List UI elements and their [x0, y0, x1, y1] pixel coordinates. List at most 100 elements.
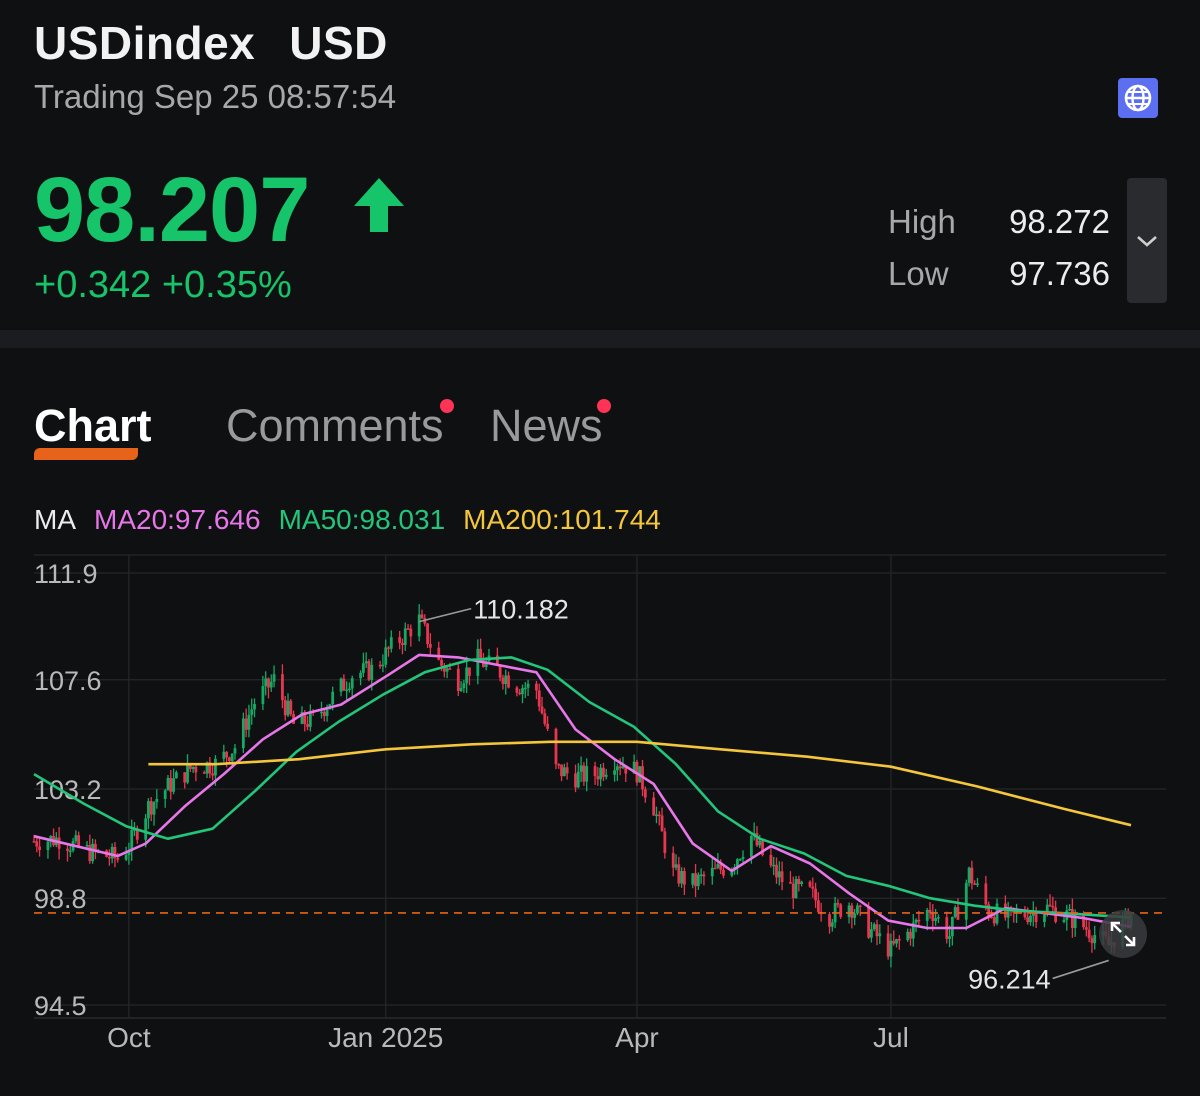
candle-body	[38, 846, 41, 851]
candle-body	[593, 766, 597, 777]
candle-body	[677, 864, 681, 884]
globe-icon	[1124, 84, 1152, 112]
tab-chart[interactable]: Chart	[34, 400, 152, 452]
candle-body	[283, 700, 287, 716]
candle-body	[152, 802, 156, 815]
candle-body	[663, 831, 667, 853]
candle-body	[794, 878, 798, 899]
candle-body	[1070, 908, 1074, 929]
candle-body	[445, 668, 449, 672]
candle-body	[582, 765, 586, 782]
candle-body	[501, 677, 505, 684]
x-tick-label: Oct	[107, 1022, 151, 1053]
high-label: High	[888, 203, 956, 240]
candle-body	[183, 772, 187, 783]
candle-body	[574, 773, 577, 788]
candle-body	[348, 688, 351, 691]
candle-body	[1029, 915, 1032, 923]
tab-news[interactable]: News	[490, 400, 603, 452]
candle-body	[836, 903, 840, 905]
candle-body	[389, 637, 393, 649]
candle-body	[342, 678, 346, 691]
candle-body	[211, 773, 215, 776]
fullscreen-button[interactable]	[1099, 910, 1147, 958]
ma-legend: MA MA20:97.646 MA50:98.031 MA200:101.744	[34, 504, 679, 536]
candle-body	[554, 728, 558, 765]
candle-body	[174, 772, 178, 779]
y-tick-label: 107.6	[34, 666, 102, 696]
low-annotation-leader	[1052, 959, 1109, 980]
candle-body	[671, 852, 675, 868]
candle-body	[872, 924, 876, 930]
candle-body	[261, 686, 265, 704]
candle-body	[225, 751, 229, 758]
candle-body	[77, 835, 81, 847]
candle-body	[186, 763, 189, 783]
candle-body	[66, 848, 69, 851]
candle-body	[523, 687, 527, 690]
candle-body	[124, 855, 128, 860]
candle-body	[191, 766, 195, 769]
candle-body	[970, 867, 974, 884]
candle-body	[964, 882, 968, 920]
x-tick-label: Apr	[615, 1022, 659, 1053]
candle-body	[789, 882, 792, 884]
candle-body	[367, 661, 371, 680]
candle-body	[889, 940, 893, 957]
candle-body	[401, 642, 404, 645]
candle-body	[870, 929, 873, 938]
candle-body	[652, 797, 656, 816]
candle-body	[543, 713, 547, 724]
candle-body	[88, 844, 92, 862]
low-row: Low 97.736	[888, 248, 1110, 300]
candle-body	[230, 753, 234, 762]
candle-body	[35, 841, 39, 847]
candle-body	[1062, 919, 1066, 922]
candle-body	[604, 774, 608, 777]
candle-body	[147, 801, 150, 819]
candle-body	[233, 748, 237, 754]
ma-legend-prefix: MA	[34, 504, 76, 535]
candle-body	[306, 724, 309, 727]
candle-body	[32, 841, 36, 843]
tab-comments[interactable]: Comments	[226, 400, 444, 452]
candle-body	[448, 668, 452, 670]
price-chart[interactable]: 111.9107.6103.298.894.5Oct Jan 2025 Apr Jul…	[0, 550, 1200, 1070]
candle-body	[269, 681, 273, 688]
candle-body	[992, 917, 996, 924]
candle-body	[777, 871, 781, 878]
symbol-currency: USD	[289, 17, 388, 69]
high-annotation-leader	[419, 607, 472, 623]
candle-body	[858, 905, 862, 907]
last-price: 98.207	[34, 159, 310, 261]
candle-body	[867, 906, 871, 938]
candle-body	[202, 772, 206, 774]
candle-body	[828, 914, 831, 927]
candle-body	[780, 871, 784, 883]
candle-body	[110, 846, 114, 859]
candle-body	[1084, 927, 1088, 930]
change-value: +0.342	[34, 264, 152, 306]
candle-body	[660, 815, 664, 832]
candle-body	[537, 690, 541, 707]
globe-button[interactable]	[1118, 78, 1158, 118]
candle-body	[579, 765, 583, 772]
candle-body	[214, 758, 217, 776]
candle-body	[1087, 929, 1091, 939]
y-tick-label: 94.5	[34, 991, 87, 1021]
news-badge-dot	[597, 399, 611, 413]
expand-details-button[interactable]	[1127, 178, 1167, 303]
candle-body	[116, 857, 120, 860]
high-row: High 98.272	[888, 196, 1110, 248]
candle-body	[576, 771, 580, 788]
candle-body	[696, 874, 700, 887]
candle-body	[440, 659, 443, 666]
candle-body	[345, 689, 349, 692]
price-change: +0.342 +0.35%	[34, 264, 292, 307]
candle-body	[403, 628, 407, 645]
candle-body	[468, 667, 471, 676]
x-tick-label: Jul	[873, 1022, 909, 1053]
candle-body	[917, 919, 921, 922]
candle-body	[615, 766, 619, 771]
candle-body	[1093, 935, 1097, 944]
